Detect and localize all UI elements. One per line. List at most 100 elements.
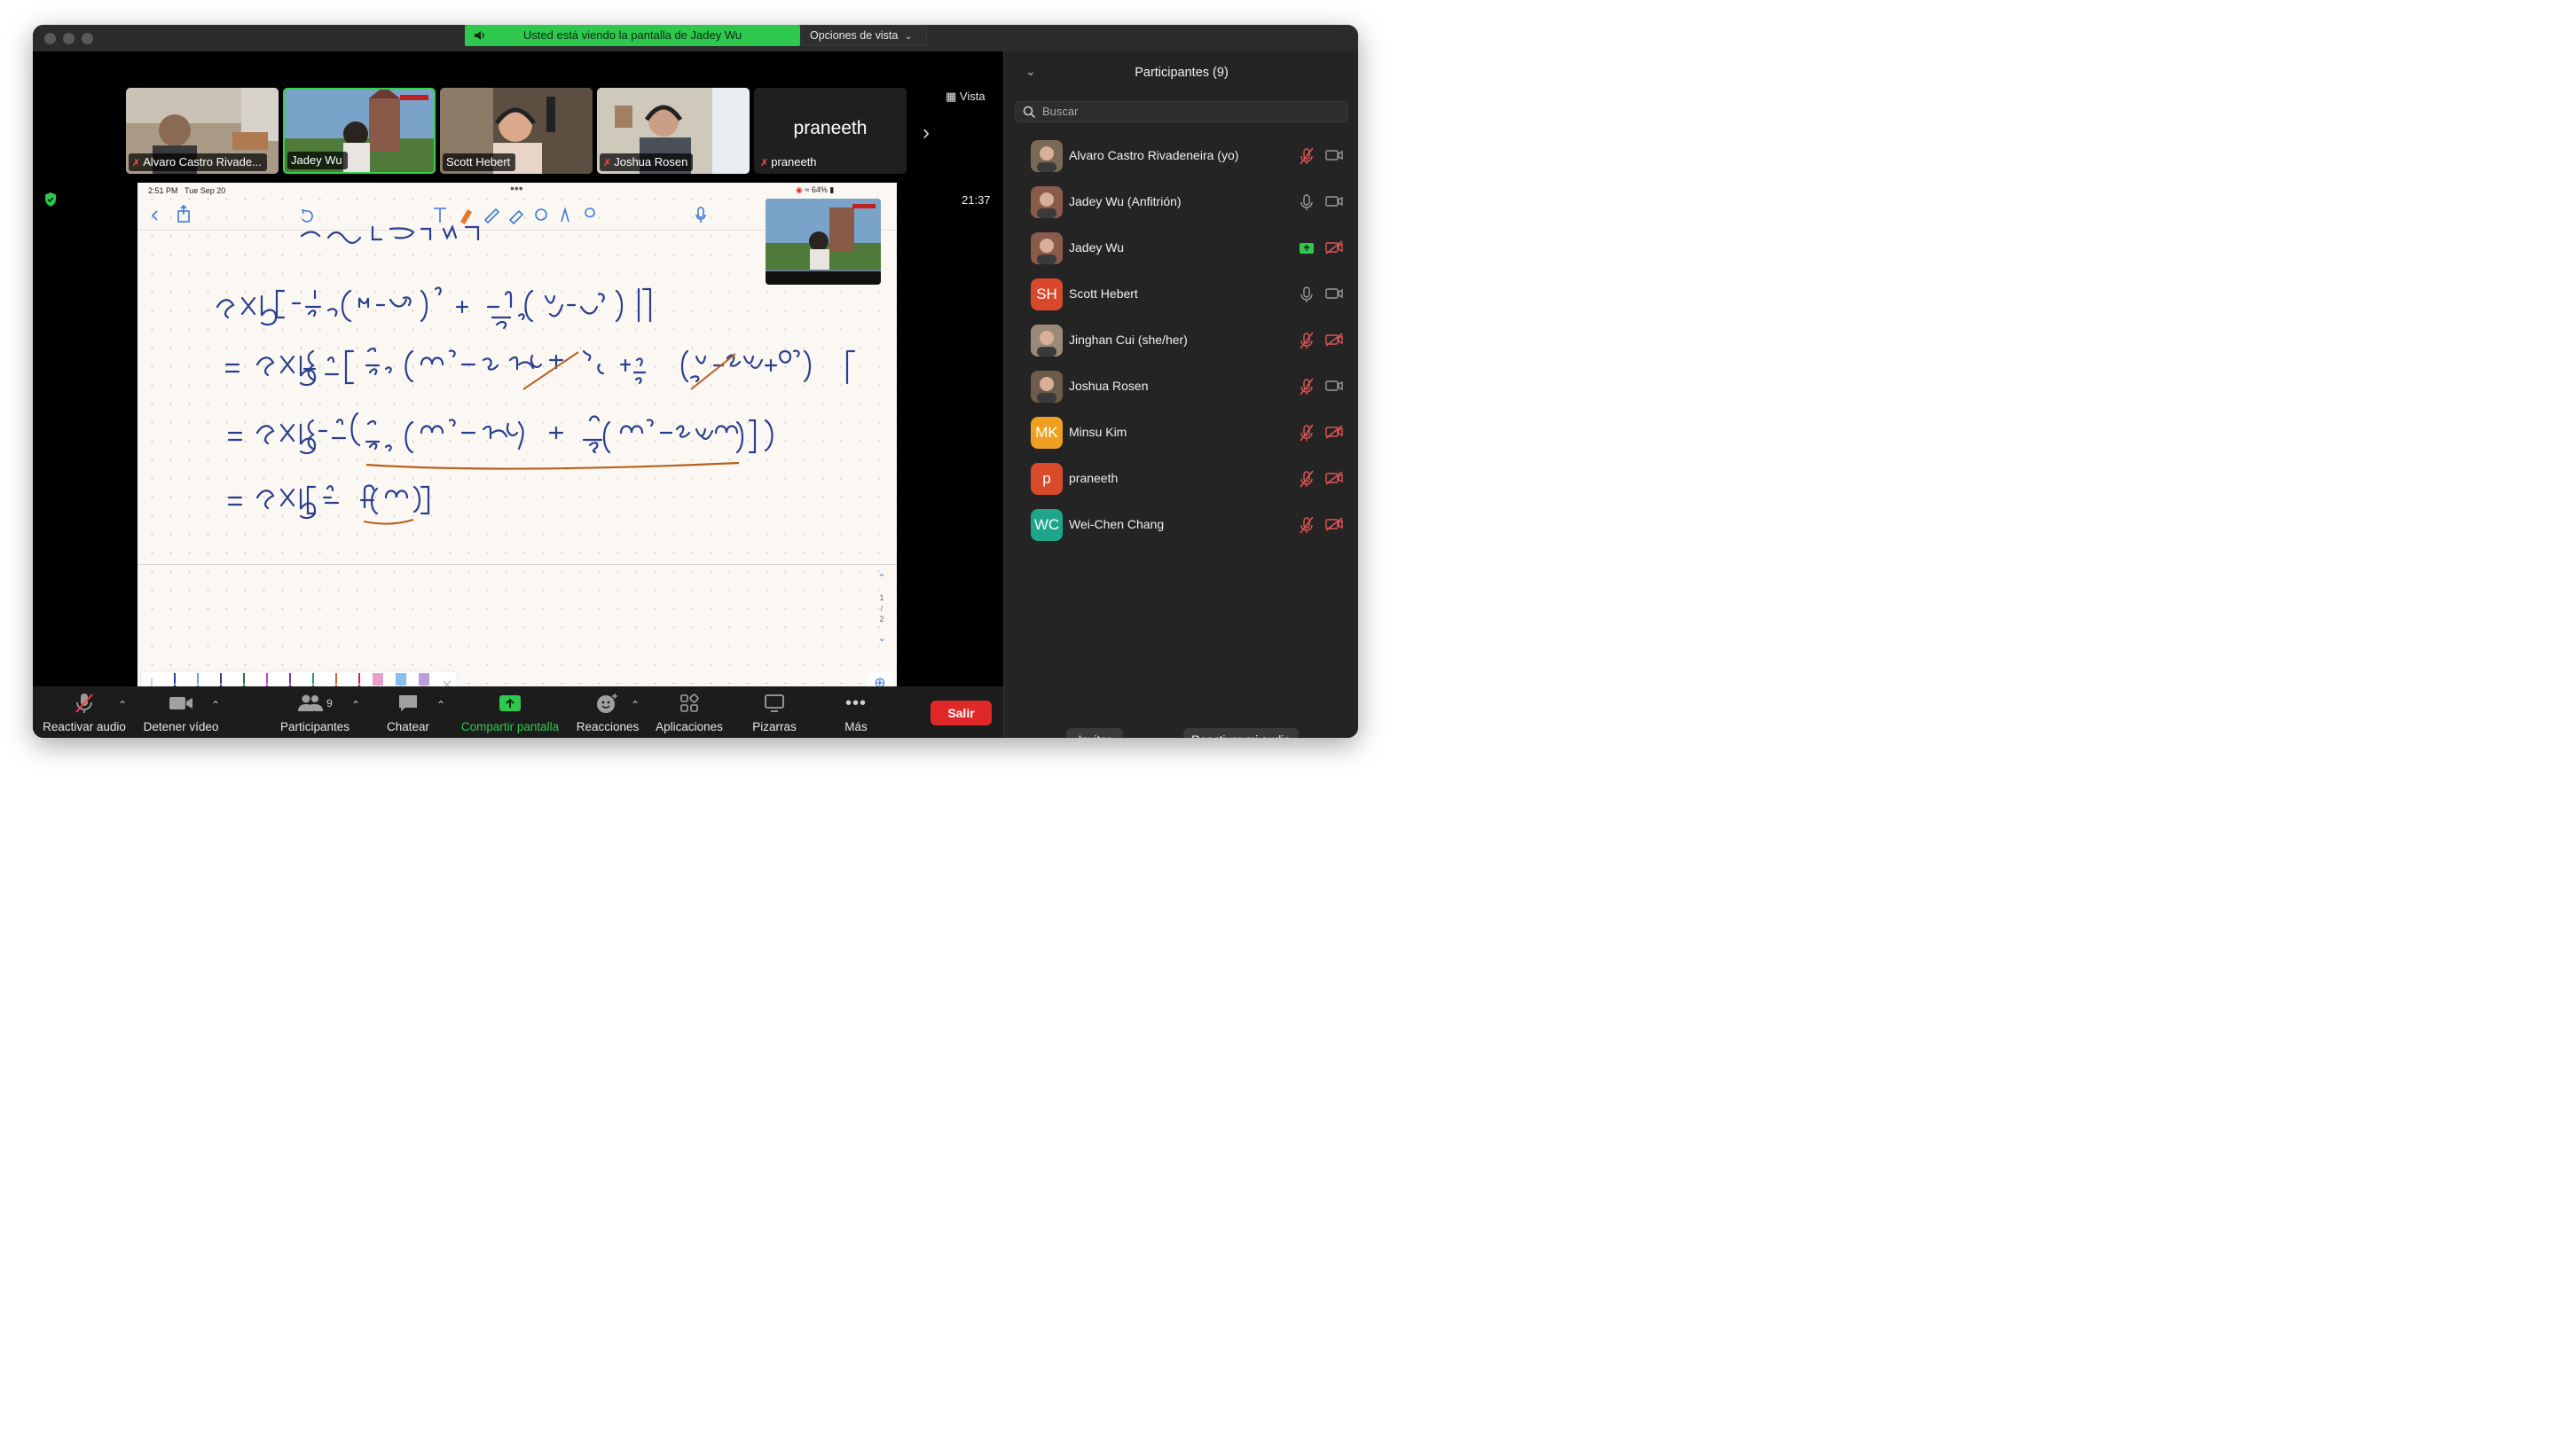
reactions-label: Reacciones xyxy=(576,720,640,733)
video-options-caret-icon[interactable]: ⌃ xyxy=(211,699,220,711)
avatar xyxy=(1031,186,1063,218)
avatar xyxy=(1031,371,1063,403)
video-thumbnail-praneeth[interactable]: praneeth ✗ praneeth xyxy=(754,88,907,174)
mic-icon[interactable] xyxy=(1299,286,1315,308)
participant-name: Wei-Chen Chang xyxy=(1069,517,1165,531)
unmute-me-button[interactable]: Reactivar mi audio xyxy=(1183,728,1299,738)
video-thumbnail-joshua[interactable]: ✗ Joshua Rosen xyxy=(597,88,750,174)
main-stage: ✗ Alvaro Castro Rivade... Jadey Wu Scott … xyxy=(33,51,1003,713)
next-page-arrow-icon[interactable]: › xyxy=(923,121,930,145)
video-thumbnail-jadey[interactable]: Jadey Wu xyxy=(283,88,436,174)
pip-video-jadey[interactable] xyxy=(766,199,881,285)
emoji-icon xyxy=(597,694,617,713)
mic-icon[interactable] xyxy=(1299,193,1315,216)
chat-options-caret-icon[interactable]: ⌃ xyxy=(436,699,445,711)
minimize-window-button[interactable] xyxy=(63,33,75,44)
participant-name: Scott Hebert xyxy=(1069,286,1138,301)
mic-muted-icon[interactable] xyxy=(1299,424,1315,446)
mic-muted-icon[interactable] xyxy=(1299,470,1315,492)
camera-icon[interactable] xyxy=(1325,379,1343,397)
participants-button[interactable]: 9 Participantes xyxy=(274,690,356,733)
mic-muted-icon[interactable] xyxy=(1299,147,1315,169)
page-number: 1 xyxy=(879,593,884,602)
meeting-controls: Reactivar audio ⌃ Detener vídeo ⌃ 9 Part… xyxy=(33,686,1003,738)
chat-bubble-icon xyxy=(399,695,417,711)
search-input[interactable]: Buscar xyxy=(1015,101,1348,122)
share-screen-label: Compartir pantalla xyxy=(460,720,560,733)
underline-mark xyxy=(363,519,414,525)
title-bar: Usted está viendo la pantalla de Jadey W… xyxy=(33,25,1358,51)
participant-row[interactable]: MK Minsu Kim xyxy=(1031,417,1346,449)
chevron-up-icon[interactable]: ⌃ xyxy=(876,573,887,584)
participants-label: Participantes xyxy=(279,720,350,733)
avatar: SH xyxy=(1031,278,1063,310)
unmute-button[interactable]: Reactivar audio xyxy=(40,690,129,733)
mic-muted-icon[interactable] xyxy=(1299,378,1315,400)
panel-title: Participantes (9) xyxy=(1135,66,1229,80)
camera-off-icon[interactable] xyxy=(1325,517,1343,536)
more-label: Más xyxy=(844,720,868,733)
page-separator: / xyxy=(880,604,884,613)
participant-row[interactable]: Jadey Wu (Anfitrión) xyxy=(1031,186,1346,218)
apps-button[interactable]: Aplicaciones xyxy=(650,690,728,733)
sharing-banner-text: Usted está viendo la pantalla de Jadey W… xyxy=(522,28,742,42)
participant-name: praneeth xyxy=(1069,471,1119,485)
participant-name: Minsu Kim xyxy=(1069,425,1127,439)
video-feed-image xyxy=(766,199,881,285)
participant-row[interactable]: Alvaro Castro Rivadeneira (yo) xyxy=(1031,140,1346,172)
thumbnail-name: Scott Hebert xyxy=(446,155,511,168)
participants-icon xyxy=(298,694,324,711)
avatar: WC xyxy=(1031,509,1063,541)
thumbnail-name: Jadey Wu xyxy=(291,153,342,167)
reactions-options-caret-icon[interactable]: ⌃ xyxy=(631,699,640,711)
underline-mark xyxy=(365,461,740,470)
whiteboards-button[interactable]: Pizarras xyxy=(746,690,803,733)
video-thumbnail-alvaro[interactable]: ✗ Alvaro Castro Rivade... xyxy=(126,88,279,174)
page-navigator[interactable]: ⌃ 1 / 2 ⌄ xyxy=(876,573,887,644)
video-thumbnail-scott[interactable]: Scott Hebert xyxy=(440,88,593,174)
whiteboards-label: Pizarras xyxy=(752,720,797,733)
page-number: 2 xyxy=(879,615,884,623)
mic-muted-icon[interactable] xyxy=(1299,516,1315,538)
participants-count: 9 xyxy=(326,697,333,709)
share-screen-icon xyxy=(499,695,521,711)
chat-button[interactable]: Chatear xyxy=(380,690,436,733)
vista-button[interactable]: ▦ Vista xyxy=(946,87,997,106)
participant-row[interactable]: SH Scott Hebert xyxy=(1031,278,1346,310)
participants-panel: ⌄ Participantes (9) Buscar Alvaro Castro… xyxy=(1003,51,1358,738)
leave-meeting-button[interactable]: Salir xyxy=(931,701,992,725)
participant-row[interactable]: Jinghan Cui (she/her) xyxy=(1031,325,1346,357)
stop-video-label: Detener vídeo xyxy=(143,720,219,733)
stop-video-button[interactable]: Detener vídeo xyxy=(137,690,224,733)
more-button[interactable]: ••• Más xyxy=(831,690,881,734)
more-dots-icon: ••• xyxy=(844,693,867,713)
reactions-button[interactable]: Reacciones xyxy=(572,690,643,733)
participant-row[interactable]: Jadey Wu xyxy=(1031,232,1346,264)
avatar xyxy=(1031,140,1063,172)
security-shield-icon[interactable] xyxy=(43,192,58,208)
close-window-button[interactable] xyxy=(44,33,56,44)
screen-share-icon[interactable] xyxy=(1299,239,1315,262)
camera-off-icon[interactable] xyxy=(1325,471,1343,490)
camera-icon[interactable] xyxy=(1325,286,1343,305)
avatar xyxy=(1031,232,1063,264)
camera-icon[interactable] xyxy=(1325,194,1343,213)
search-placeholder: Buscar xyxy=(1042,105,1079,118)
participant-row[interactable]: Joshua Rosen xyxy=(1031,371,1346,403)
invite-button[interactable]: Invitar xyxy=(1066,728,1123,738)
view-options-button[interactable]: Opciones de vista ⌄ xyxy=(801,25,927,46)
participants-options-caret-icon[interactable]: ⌃ xyxy=(351,699,360,711)
zoom-window-button[interactable] xyxy=(82,33,93,44)
camera-icon[interactable] xyxy=(1325,148,1343,167)
camera-off-icon[interactable] xyxy=(1325,240,1343,259)
mic-muted-icon[interactable] xyxy=(1299,332,1315,354)
share-screen-button[interactable]: Compartir pantalla xyxy=(455,690,565,733)
audio-options-caret-icon[interactable]: ⌃ xyxy=(118,699,127,711)
participant-row[interactable]: WC Wei-Chen Chang xyxy=(1031,509,1346,541)
chevron-down-icon[interactable]: ⌄ xyxy=(876,633,887,644)
camera-off-icon[interactable] xyxy=(1325,425,1343,443)
whiteboard-icon xyxy=(765,694,784,712)
participant-row[interactable]: p praneeth xyxy=(1031,463,1346,495)
mic-muted-icon: ✗ xyxy=(760,158,769,168)
camera-off-icon[interactable] xyxy=(1325,333,1343,351)
